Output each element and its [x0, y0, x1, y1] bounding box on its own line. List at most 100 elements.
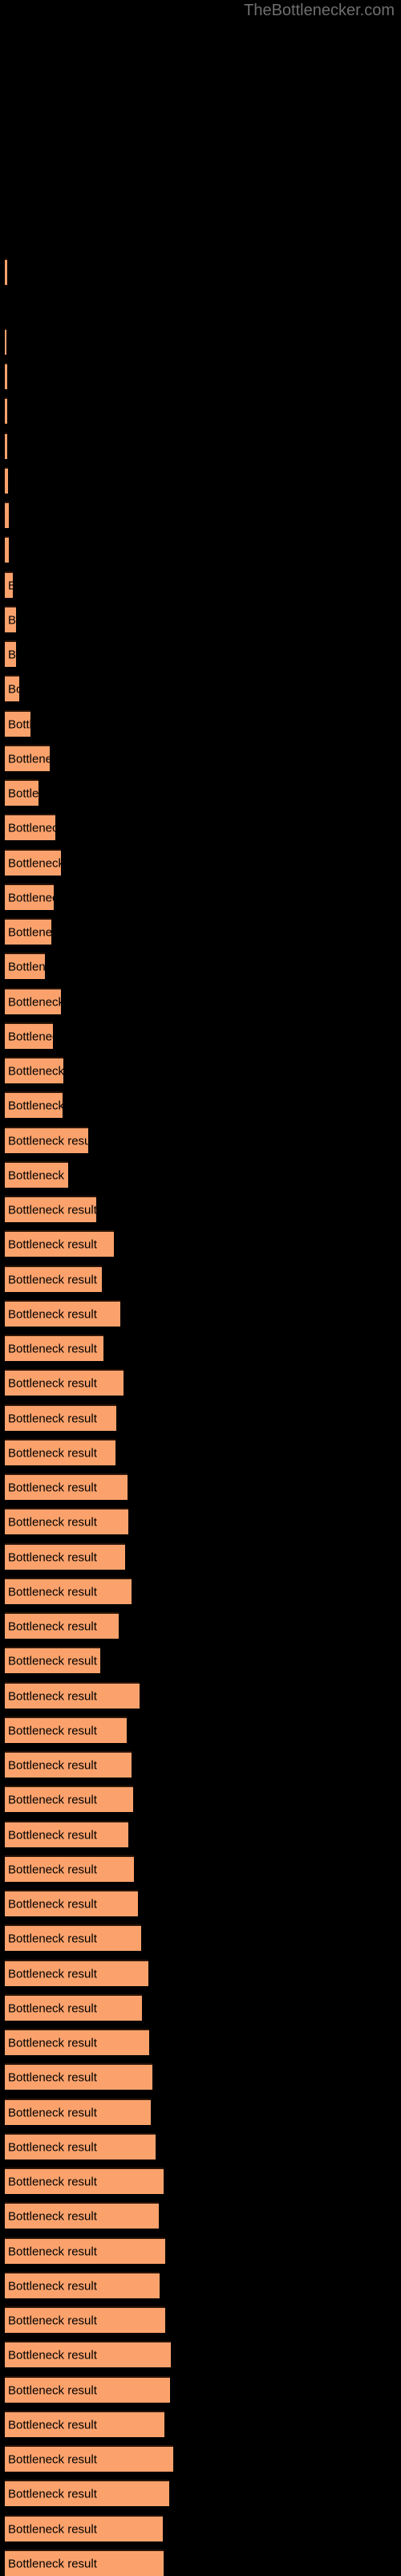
bar-21[interactable]: Bottleneck result [5, 988, 61, 1014]
bar-7[interactable]: Bottleneck result [5, 502, 9, 528]
bar-label: Bottleneck result [8, 2036, 97, 2050]
bar-label: Bottleneck result [8, 2279, 97, 2293]
bar-label: Bottleneck result [8, 2001, 97, 2015]
bar-39[interactable]: Bottleneck result [5, 1612, 119, 1639]
bar-13[interactable]: Bottleneck result [5, 710, 30, 737]
bar-37[interactable]: Bottleneck result [5, 1543, 125, 1570]
bar-31[interactable]: Bottleneck result [5, 1335, 103, 1361]
bar-32[interactable]: Bottleneck result [5, 1369, 124, 1396]
bar-1[interactable]: Bottleneck result [5, 258, 7, 285]
bar-59[interactable]: Bottleneck result [5, 2306, 165, 2333]
bar-label: Bottleneck result [8, 1724, 97, 1737]
bar-35[interactable]: Bottleneck result [5, 1473, 128, 1500]
bar-2[interactable]: Bottleneck result [5, 328, 6, 355]
bar-label: Bottleneck result [8, 1967, 97, 1981]
bar-label: Bottleneck result [8, 995, 61, 1009]
bar-label: Bottleneck result [8, 1897, 97, 1911]
bar-label: Bottleneck result [8, 1932, 97, 1945]
bar-45[interactable]: Bottleneck result [5, 1821, 128, 1847]
bar-28[interactable]: Bottleneck result [5, 1230, 114, 1257]
bar-23[interactable]: Bottleneck result [5, 1057, 63, 1083]
bar-label: Bottleneck result [8, 1203, 96, 1217]
bar-49[interactable]: Bottleneck result [5, 1960, 148, 1986]
bar-66[interactable]: Bottleneck result [5, 2550, 164, 2576]
bar-label: Bottleneck result [8, 925, 51, 939]
bar-18[interactable]: Bottleneck result [5, 884, 54, 910]
bar-label: Bottleneck result [8, 2383, 97, 2397]
bar-20[interactable]: Bottleneck result [5, 953, 45, 979]
bar-41[interactable]: Bottleneck result [5, 1682, 140, 1709]
bar-11[interactable]: Bottleneck result [5, 640, 16, 667]
bar-65[interactable]: Bottleneck result [5, 2515, 163, 2541]
bar-29[interactable]: Bottleneck result [5, 1266, 102, 1292]
bar-61[interactable]: Bottleneck result [5, 2376, 170, 2403]
bar-64[interactable]: Bottleneck result [5, 2480, 169, 2506]
bar-label: Bottleneck result [8, 856, 61, 870]
bar-19[interactable]: Bottleneck result [5, 918, 51, 945]
bar-43[interactable]: Bottleneck result [5, 1751, 132, 1778]
bar-label: Bottleneck result [8, 2245, 97, 2258]
bar-17[interactable]: Bottleneck result [5, 849, 61, 876]
bar-46[interactable]: Bottleneck result [5, 1855, 134, 1882]
bar-label: Bottleneck result [8, 891, 54, 904]
bar-label: Bottleneck result [8, 1550, 97, 1564]
bar-48[interactable]: Bottleneck result [5, 1924, 141, 1951]
bar-51[interactable]: Bottleneck result [5, 2029, 149, 2055]
bar-30[interactable]: Bottleneck result [5, 1300, 120, 1327]
bar-label: Bottleneck result [8, 1828, 97, 1842]
bar-15[interactable]: Bottleneck result [5, 779, 38, 806]
bar-label: Bottleneck result [8, 2418, 97, 2432]
bar-label: Bottleneck result [8, 2452, 97, 2466]
bar-36[interactable]: Bottleneck result [5, 1508, 128, 1534]
bar-label: Bottleneck result [8, 1237, 97, 1251]
bar-26[interactable]: Bottleneck result [5, 1161, 68, 1188]
bar-label: Bottleneck result [8, 786, 38, 800]
bar-60[interactable]: Bottleneck result [5, 2341, 171, 2367]
bar-label: Bottleneck result [8, 613, 16, 627]
bar-14[interactable]: Bottleneck result [5, 745, 50, 771]
bar-label: Bottleneck result [8, 682, 19, 696]
bar-55[interactable]: Bottleneck result [5, 2168, 164, 2194]
bar-label: Bottleneck result [8, 2140, 97, 2154]
bar-label: Bottleneck result [8, 1446, 97, 1460]
bar-53[interactable]: Bottleneck result [5, 2099, 151, 2125]
bar-38[interactable]: Bottleneck result [5, 1578, 132, 1604]
bar-56[interactable]: Bottleneck result [5, 2202, 159, 2229]
bar-label: Bottleneck result [8, 1134, 88, 1148]
bar-40[interactable]: Bottleneck result [5, 1647, 100, 1673]
bar-34[interactable]: Bottleneck result [5, 1439, 115, 1465]
bar-27[interactable]: Bottleneck result [5, 1196, 96, 1222]
bar-44[interactable]: Bottleneck result [5, 1786, 133, 1812]
bar-63[interactable]: Bottleneck result [5, 2445, 173, 2472]
bar-52[interactable]: Bottleneck result [5, 2063, 152, 2090]
bar-label: Bottleneck result [8, 2557, 97, 2570]
bar-62[interactable]: Bottleneck result [5, 2411, 164, 2437]
bar-33[interactable]: Bottleneck result [5, 1404, 116, 1431]
bar-label: Bottleneck result [8, 2209, 97, 2223]
bar-16[interactable]: Bottleneck result [5, 814, 55, 840]
bar-24[interactable]: Bottleneck result [5, 1091, 63, 1118]
bar-8[interactable]: Bottleneck result [5, 536, 9, 563]
bar-label: Bottleneck result [8, 821, 55, 835]
bar-label: Bottleneck result [8, 2106, 97, 2119]
bar-3[interactable]: Bottleneck result [5, 363, 7, 389]
bar-57[interactable]: Bottleneck result [5, 2237, 165, 2264]
bar-42[interactable]: Bottleneck result [5, 1717, 127, 1743]
bar-10[interactable]: Bottleneck result [5, 606, 16, 632]
bar-25[interactable]: Bottleneck result [5, 1127, 88, 1153]
bar-12[interactable]: Bottleneck result [5, 675, 19, 701]
bar-47[interactable]: Bottleneck result [5, 1890, 138, 1916]
bar-label: Bottleneck result [8, 1168, 68, 1182]
bar-label: Bottleneck result [8, 1342, 97, 1355]
bar-label: Bottleneck result [8, 1654, 97, 1668]
bar-5[interactable]: Bottleneck result [5, 433, 7, 459]
bar-label: Bottleneck result [8, 1585, 97, 1599]
bar-58[interactable]: Bottleneck result [5, 2272, 160, 2298]
bar-label: Bottleneck result [8, 1307, 97, 1321]
bar-6[interactable]: Bottleneck result [5, 467, 8, 494]
bar-54[interactable]: Bottleneck result [5, 2133, 156, 2160]
bar-50[interactable]: Bottleneck result [5, 1994, 142, 2021]
bar-4[interactable]: Bottleneck result [5, 397, 7, 424]
bar-9[interactable]: Bottleneck result [5, 571, 13, 598]
bar-22[interactable]: Bottleneck result [5, 1022, 53, 1049]
